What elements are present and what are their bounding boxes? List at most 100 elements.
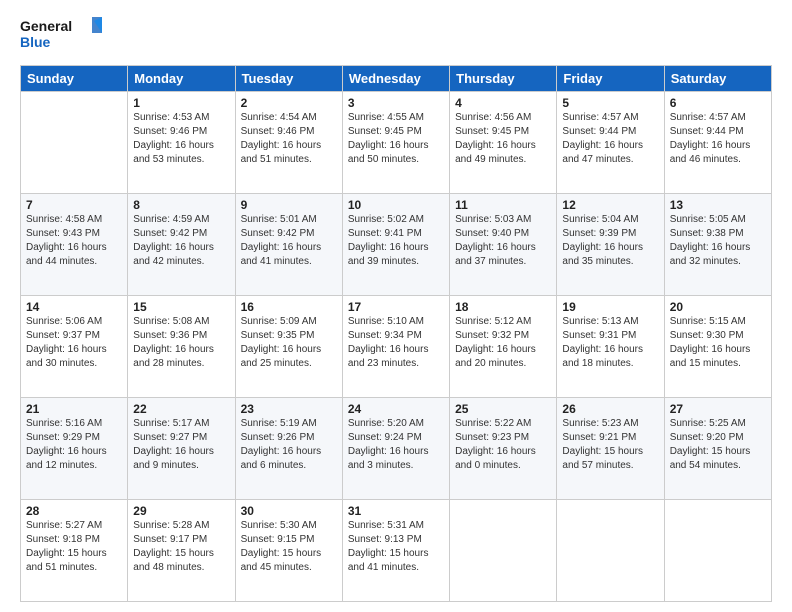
calendar-cell: 12Sunrise: 5:04 AMSunset: 9:39 PMDayligh… xyxy=(557,194,664,296)
day-number: 22 xyxy=(133,402,229,416)
calendar-cell xyxy=(557,500,664,602)
day-number: 7 xyxy=(26,198,122,212)
day-info: Sunrise: 5:06 AMSunset: 9:37 PMDaylight:… xyxy=(26,315,122,371)
day-info: Sunrise: 4:55 AMSunset: 9:45 PMDaylight:… xyxy=(348,111,444,167)
day-number: 5 xyxy=(562,96,658,110)
logo-svg: General Blue xyxy=(20,15,110,55)
day-info: Sunrise: 5:23 AMSunset: 9:21 PMDaylight:… xyxy=(562,417,658,473)
calendar-cell: 20Sunrise: 5:15 AMSunset: 9:30 PMDayligh… xyxy=(664,296,771,398)
day-info: Sunrise: 5:22 AMSunset: 9:23 PMDaylight:… xyxy=(455,417,551,473)
calendar-cell: 9Sunrise: 5:01 AMSunset: 9:42 PMDaylight… xyxy=(235,194,342,296)
calendar-cell: 23Sunrise: 5:19 AMSunset: 9:26 PMDayligh… xyxy=(235,398,342,500)
day-info: Sunrise: 5:30 AMSunset: 9:15 PMDaylight:… xyxy=(241,519,337,575)
day-number: 26 xyxy=(562,402,658,416)
day-number: 27 xyxy=(670,402,766,416)
day-number: 31 xyxy=(348,504,444,518)
calendar-cell: 16Sunrise: 5:09 AMSunset: 9:35 PMDayligh… xyxy=(235,296,342,398)
day-number: 17 xyxy=(348,300,444,314)
day-info: Sunrise: 5:01 AMSunset: 9:42 PMDaylight:… xyxy=(241,213,337,269)
day-info: Sunrise: 5:13 AMSunset: 9:31 PMDaylight:… xyxy=(562,315,658,371)
day-number: 23 xyxy=(241,402,337,416)
day-info: Sunrise: 5:10 AMSunset: 9:34 PMDaylight:… xyxy=(348,315,444,371)
calendar-cell: 17Sunrise: 5:10 AMSunset: 9:34 PMDayligh… xyxy=(342,296,449,398)
day-number: 21 xyxy=(26,402,122,416)
calendar-cell: 21Sunrise: 5:16 AMSunset: 9:29 PMDayligh… xyxy=(21,398,128,500)
day-info: Sunrise: 5:09 AMSunset: 9:35 PMDaylight:… xyxy=(241,315,337,371)
calendar-cell xyxy=(664,500,771,602)
calendar-cell: 2Sunrise: 4:54 AMSunset: 9:46 PMDaylight… xyxy=(235,92,342,194)
weekday-header: SundayMondayTuesdayWednesdayThursdayFrid… xyxy=(21,66,772,92)
calendar-cell xyxy=(21,92,128,194)
weekday-header-cell: Tuesday xyxy=(235,66,342,92)
day-info: Sunrise: 5:05 AMSunset: 9:38 PMDaylight:… xyxy=(670,213,766,269)
day-number: 15 xyxy=(133,300,229,314)
day-number: 11 xyxy=(455,198,551,212)
calendar-body: 1Sunrise: 4:53 AMSunset: 9:46 PMDaylight… xyxy=(21,92,772,602)
day-number: 29 xyxy=(133,504,229,518)
calendar-cell: 13Sunrise: 5:05 AMSunset: 9:38 PMDayligh… xyxy=(664,194,771,296)
day-number: 6 xyxy=(670,96,766,110)
day-number: 3 xyxy=(348,96,444,110)
calendar-cell: 26Sunrise: 5:23 AMSunset: 9:21 PMDayligh… xyxy=(557,398,664,500)
calendar-cell: 7Sunrise: 4:58 AMSunset: 9:43 PMDaylight… xyxy=(21,194,128,296)
day-info: Sunrise: 4:57 AMSunset: 9:44 PMDaylight:… xyxy=(562,111,658,167)
svg-text:General: General xyxy=(20,18,72,34)
day-info: Sunrise: 5:17 AMSunset: 9:27 PMDaylight:… xyxy=(133,417,229,473)
day-info: Sunrise: 4:59 AMSunset: 9:42 PMDaylight:… xyxy=(133,213,229,269)
day-number: 9 xyxy=(241,198,337,212)
calendar-week-row: 1Sunrise: 4:53 AMSunset: 9:46 PMDaylight… xyxy=(21,92,772,194)
day-number: 25 xyxy=(455,402,551,416)
day-info: Sunrise: 5:31 AMSunset: 9:13 PMDaylight:… xyxy=(348,519,444,575)
day-number: 18 xyxy=(455,300,551,314)
header: General Blue xyxy=(20,15,772,55)
day-info: Sunrise: 5:08 AMSunset: 9:36 PMDaylight:… xyxy=(133,315,229,371)
day-info: Sunrise: 5:19 AMSunset: 9:26 PMDaylight:… xyxy=(241,417,337,473)
calendar-cell: 6Sunrise: 4:57 AMSunset: 9:44 PMDaylight… xyxy=(664,92,771,194)
calendar-cell: 22Sunrise: 5:17 AMSunset: 9:27 PMDayligh… xyxy=(128,398,235,500)
day-info: Sunrise: 5:20 AMSunset: 9:24 PMDaylight:… xyxy=(348,417,444,473)
day-info: Sunrise: 5:04 AMSunset: 9:39 PMDaylight:… xyxy=(562,213,658,269)
day-info: Sunrise: 4:53 AMSunset: 9:46 PMDaylight:… xyxy=(133,111,229,167)
calendar-cell: 10Sunrise: 5:02 AMSunset: 9:41 PMDayligh… xyxy=(342,194,449,296)
calendar-cell xyxy=(450,500,557,602)
day-info: Sunrise: 5:03 AMSunset: 9:40 PMDaylight:… xyxy=(455,213,551,269)
day-info: Sunrise: 5:25 AMSunset: 9:20 PMDaylight:… xyxy=(670,417,766,473)
day-number: 14 xyxy=(26,300,122,314)
calendar-cell: 1Sunrise: 4:53 AMSunset: 9:46 PMDaylight… xyxy=(128,92,235,194)
calendar-cell: 14Sunrise: 5:06 AMSunset: 9:37 PMDayligh… xyxy=(21,296,128,398)
calendar-cell: 25Sunrise: 5:22 AMSunset: 9:23 PMDayligh… xyxy=(450,398,557,500)
weekday-header-cell: Friday xyxy=(557,66,664,92)
day-number: 30 xyxy=(241,504,337,518)
calendar-cell: 24Sunrise: 5:20 AMSunset: 9:24 PMDayligh… xyxy=(342,398,449,500)
calendar-week-row: 28Sunrise: 5:27 AMSunset: 9:18 PMDayligh… xyxy=(21,500,772,602)
calendar-cell: 3Sunrise: 4:55 AMSunset: 9:45 PMDaylight… xyxy=(342,92,449,194)
day-number: 1 xyxy=(133,96,229,110)
day-number: 4 xyxy=(455,96,551,110)
day-info: Sunrise: 5:12 AMSunset: 9:32 PMDaylight:… xyxy=(455,315,551,371)
calendar-cell: 4Sunrise: 4:56 AMSunset: 9:45 PMDaylight… xyxy=(450,92,557,194)
day-number: 16 xyxy=(241,300,337,314)
calendar-cell: 11Sunrise: 5:03 AMSunset: 9:40 PMDayligh… xyxy=(450,194,557,296)
day-info: Sunrise: 5:28 AMSunset: 9:17 PMDaylight:… xyxy=(133,519,229,575)
calendar-cell: 29Sunrise: 5:28 AMSunset: 9:17 PMDayligh… xyxy=(128,500,235,602)
calendar-week-row: 7Sunrise: 4:58 AMSunset: 9:43 PMDaylight… xyxy=(21,194,772,296)
calendar-cell: 18Sunrise: 5:12 AMSunset: 9:32 PMDayligh… xyxy=(450,296,557,398)
day-number: 24 xyxy=(348,402,444,416)
calendar-cell: 8Sunrise: 4:59 AMSunset: 9:42 PMDaylight… xyxy=(128,194,235,296)
day-info: Sunrise: 4:54 AMSunset: 9:46 PMDaylight:… xyxy=(241,111,337,167)
weekday-header-cell: Sunday xyxy=(21,66,128,92)
weekday-header-cell: Monday xyxy=(128,66,235,92)
weekday-header-cell: Thursday xyxy=(450,66,557,92)
weekday-header-cell: Wednesday xyxy=(342,66,449,92)
calendar-cell: 28Sunrise: 5:27 AMSunset: 9:18 PMDayligh… xyxy=(21,500,128,602)
day-number: 2 xyxy=(241,96,337,110)
day-number: 12 xyxy=(562,198,658,212)
logo: General Blue xyxy=(20,15,110,55)
calendar-week-row: 21Sunrise: 5:16 AMSunset: 9:29 PMDayligh… xyxy=(21,398,772,500)
day-number: 19 xyxy=(562,300,658,314)
calendar-week-row: 14Sunrise: 5:06 AMSunset: 9:37 PMDayligh… xyxy=(21,296,772,398)
calendar-cell: 31Sunrise: 5:31 AMSunset: 9:13 PMDayligh… xyxy=(342,500,449,602)
day-number: 13 xyxy=(670,198,766,212)
calendar-cell: 27Sunrise: 5:25 AMSunset: 9:20 PMDayligh… xyxy=(664,398,771,500)
day-number: 8 xyxy=(133,198,229,212)
